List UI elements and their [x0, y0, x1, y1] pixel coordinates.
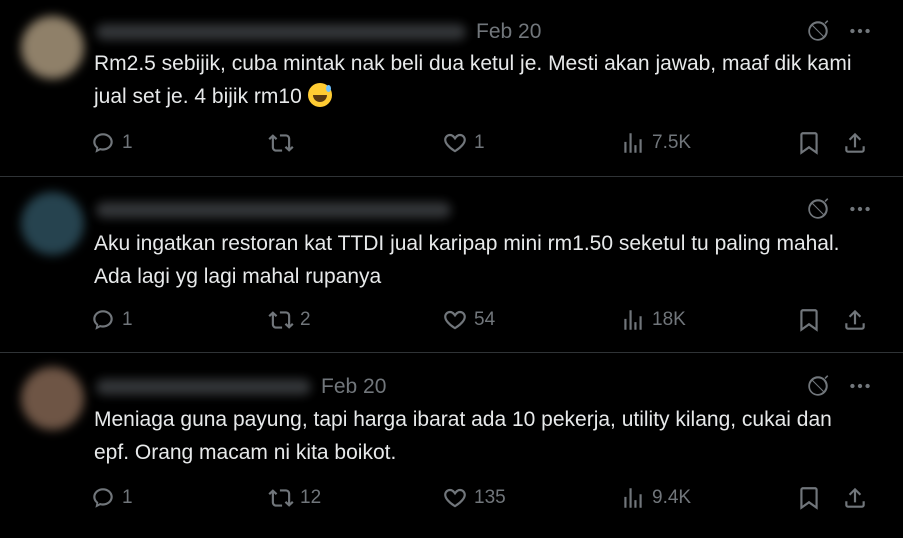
tweet-actions: 1 12 135 9.4K: [90, 483, 873, 513]
heart-icon: [444, 488, 466, 508]
bookmark-icon: [800, 487, 818, 510]
views-button[interactable]: 9.4K: [620, 483, 691, 513]
grok-icon[interactable]: [805, 373, 831, 404]
views-count: 7.5K: [652, 132, 692, 153]
tweet-header: [96, 198, 813, 222]
reply-icon: [93, 488, 113, 508]
repost-button[interactable]: [268, 128, 300, 158]
tweet-text: Aku ingatkan restoran kat TTDI jual kari…: [94, 232, 845, 288]
repost-icon: [268, 134, 294, 152]
user-name-blurred[interactable]: [96, 202, 451, 218]
more-icon[interactable]: [847, 373, 873, 404]
views-icon: [624, 133, 642, 153]
like-count: 54: [474, 309, 496, 330]
views-count: 9.4K: [652, 487, 692, 508]
tweet-top-icons: [805, 196, 873, 227]
grok-icon[interactable]: [805, 18, 831, 49]
views-count: 18K: [652, 309, 686, 330]
heart-icon: [444, 310, 466, 330]
bookmark-button[interactable]: [796, 128, 822, 158]
grok-icon[interactable]: [805, 196, 831, 227]
tweet-date[interactable]: Feb 20: [321, 375, 386, 399]
avatar[interactable]: [21, 192, 84, 255]
reply-icon: [93, 133, 113, 153]
tweet-date[interactable]: Feb 20: [476, 20, 541, 44]
bookmark-icon: [800, 132, 818, 155]
avatar[interactable]: [21, 367, 84, 430]
tweet-1[interactable]: Feb 20 Rm2.5 sebijik, cuba mintak nak be…: [0, 0, 903, 177]
tweet-actions: 1 2 54 18K: [90, 305, 873, 335]
repost-button[interactable]: 12: [268, 483, 321, 513]
more-icon[interactable]: [847, 18, 873, 49]
heart-icon: [444, 133, 466, 153]
repost-count: 12: [300, 487, 322, 508]
user-name-blurred[interactable]: [96, 24, 466, 40]
reply-count: 1: [122, 132, 133, 153]
tweet-2[interactable]: Aku ingatkan restoran kat TTDI jual kari…: [0, 177, 903, 353]
bookmark-button[interactable]: [796, 305, 822, 335]
tweet-text: Meniaga guna payung, tapi harga ibarat a…: [94, 408, 838, 464]
tweet-header: Feb 20: [96, 375, 813, 399]
avatar[interactable]: [21, 16, 84, 79]
views-icon: [624, 488, 642, 508]
reply-icon: [93, 310, 113, 330]
reply-count: 1: [122, 487, 133, 508]
like-button[interactable]: 1: [442, 128, 485, 158]
repost-icon: [268, 311, 294, 329]
tweet-top-icons: [805, 373, 873, 404]
reply-button[interactable]: 1: [90, 128, 133, 158]
more-icon[interactable]: [847, 196, 873, 227]
tweet-actions: 1 1 7.5K: [90, 128, 873, 158]
like-button[interactable]: 135: [442, 483, 506, 513]
repost-count: 2: [300, 309, 311, 330]
user-name-blurred[interactable]: [96, 379, 311, 395]
bookmark-button[interactable]: [796, 483, 822, 513]
reply-count: 1: [122, 309, 133, 330]
tweet-3[interactable]: Feb 20 Meniaga guna payung, tapi harga i…: [0, 353, 903, 538]
tweet-header: Feb 20: [96, 20, 813, 44]
share-icon: [845, 309, 865, 330]
views-icon: [624, 310, 642, 330]
share-icon: [845, 132, 865, 153]
tweet-text-content: Rm2.5 sebijik, cuba mintak nak beli dua …: [94, 52, 858, 108]
like-count: 135: [474, 487, 506, 508]
like-button[interactable]: 54: [442, 305, 495, 335]
bookmark-icon: [800, 309, 818, 332]
share-button[interactable]: [842, 305, 868, 335]
repost-button[interactable]: 2: [268, 305, 311, 335]
tweet-top-icons: [805, 18, 873, 49]
views-button[interactable]: 18K: [620, 305, 686, 335]
reply-button[interactable]: 1: [90, 305, 133, 335]
reply-button[interactable]: 1: [90, 483, 133, 513]
repost-icon: [268, 489, 294, 507]
like-count: 1: [474, 132, 485, 153]
grinning-face-with-sweat-icon: [307, 83, 332, 107]
share-button[interactable]: [842, 483, 868, 513]
views-button[interactable]: 7.5K: [620, 128, 691, 158]
tweet-text: Rm2.5 sebijik, cuba mintak nak beli dua …: [94, 47, 863, 113]
share-button[interactable]: [842, 128, 868, 158]
share-icon: [845, 487, 865, 508]
